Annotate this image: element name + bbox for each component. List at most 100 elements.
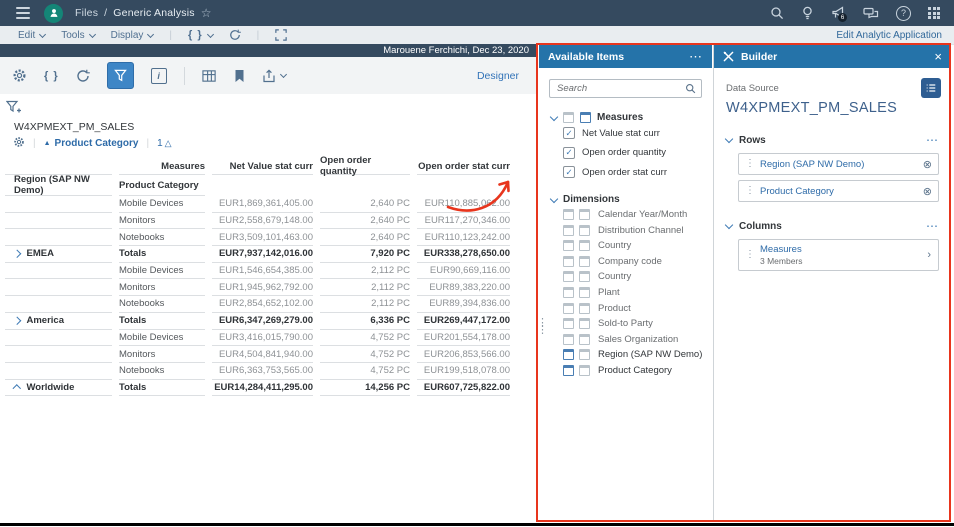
open-order-stat-cell[interactable]: EUR117,270,346.00: [417, 213, 510, 230]
designer-link[interactable]: Designer: [477, 70, 537, 82]
open-order-qty-cell[interactable]: 2,112 PC: [320, 279, 410, 296]
open-order-qty-cell[interactable]: 7,920 PC: [320, 246, 410, 263]
column-header-open-order-qty[interactable]: Open order quantity: [320, 158, 410, 175]
table-row[interactable]: MonitorsEUR2,558,679,148.002,640 PCEUR11…: [5, 213, 517, 230]
open-order-stat-cell[interactable]: EUR110,885,062.00: [417, 196, 510, 213]
region-cell[interactable]: [5, 363, 112, 380]
region-cell[interactable]: America: [5, 313, 112, 330]
dimension-item[interactable]: Distribution Channel: [563, 225, 712, 236]
dimension-item[interactable]: Product: [563, 303, 712, 314]
measure-item[interactable]: ✓Net Value stat curr: [563, 127, 712, 139]
hierarchy-level-badge[interactable]: 1 △: [157, 138, 171, 149]
discussions-icon[interactable]: [863, 7, 879, 20]
insert-table-icon[interactable]: [202, 69, 217, 83]
region-cell[interactable]: [5, 213, 112, 230]
dimension-item[interactable]: Calendar Year/Month: [563, 209, 712, 220]
dimensions-section-header[interactable]: Dimensions: [551, 194, 712, 205]
net-value-cell[interactable]: EUR6,363,753,565.00: [212, 363, 313, 380]
dimension-item[interactable]: Country: [563, 271, 712, 282]
open-order-stat-cell[interactable]: EUR201,554,178.00: [417, 330, 510, 347]
dimension-item[interactable]: Sold-to Party: [563, 318, 712, 329]
category-cell[interactable]: Mobile Devices: [119, 196, 205, 213]
open-order-qty-cell[interactable]: 2,640 PC: [320, 229, 410, 246]
rows-section-header[interactable]: Rows ⋯: [726, 133, 939, 147]
table-row[interactable]: NotebooksEUR6,363,753,565.004,752 PCEUR1…: [5, 363, 517, 380]
column-dimension-header[interactable]: Product Category: [119, 175, 205, 196]
remove-icon[interactable]: ⊗: [923, 158, 938, 171]
category-cell[interactable]: Notebooks: [119, 296, 205, 313]
measures-header-cell[interactable]: Measures: [119, 158, 205, 175]
net-value-cell[interactable]: EUR1,869,361,405.00: [212, 196, 313, 213]
table-settings-icon[interactable]: [13, 136, 25, 151]
settings-gear-icon[interactable]: [12, 68, 27, 83]
add-filter-icon[interactable]: [6, 100, 21, 120]
overflow-icon[interactable]: ⋯: [926, 133, 939, 147]
breadcrumb-current[interactable]: Generic Analysis: [113, 7, 194, 19]
table-row[interactable]: MonitorsEUR1,945,962,792.002,112 PCEUR89…: [5, 279, 517, 296]
bookmark-icon[interactable]: [234, 69, 245, 83]
region-cell[interactable]: [5, 279, 112, 296]
dimension-item[interactable]: Company code: [563, 256, 712, 267]
net-value-cell[interactable]: EUR2,854,652,102.00: [212, 296, 313, 313]
breadcrumb-root[interactable]: Files: [75, 7, 98, 19]
open-order-stat-cell[interactable]: EUR110,123,242.00: [417, 229, 510, 246]
open-order-qty-cell[interactable]: 2,640 PC: [320, 196, 410, 213]
dimension-item[interactable]: Plant: [563, 287, 712, 298]
open-order-qty-cell[interactable]: 4,752 PC: [320, 346, 410, 363]
expand-chevron-icon[interactable]: [13, 250, 21, 258]
open-order-qty-cell[interactable]: 2,112 PC: [320, 296, 410, 313]
data-source-settings-button[interactable]: [921, 78, 941, 98]
category-cell[interactable]: Mobile Devices: [119, 330, 205, 347]
notifications-icon[interactable]: 6: [831, 6, 846, 20]
dimension-item[interactable]: Region (SAP NW Demo): [563, 349, 712, 360]
open-order-stat-cell[interactable]: EUR607,725,822.00: [417, 380, 510, 397]
category-cell[interactable]: Totals: [119, 246, 205, 263]
table-row[interactable]: EMEATotalsEUR7,937,142,016.007,920 PCEUR…: [5, 246, 517, 263]
expand-chevron-icon[interactable]: [13, 385, 21, 393]
category-cell[interactable]: Notebooks: [119, 363, 205, 380]
category-cell[interactable]: Mobile Devices: [119, 263, 205, 280]
panel-resize-handle[interactable]: ⋮⋮: [537, 320, 543, 334]
edit-analytic-application-link[interactable]: Edit Analytic Application: [836, 30, 954, 41]
row-dimension-chip[interactable]: ⋮Product Category⊗: [738, 180, 939, 202]
checkbox-checked[interactable]: ✓: [563, 166, 575, 178]
expand-chevron-icon[interactable]: [13, 317, 21, 325]
table-row[interactable]: Mobile Devices EUR1,869,361,405.00 2,640 P…: [5, 196, 517, 213]
open-order-qty-cell[interactable]: 6,336 PC: [320, 313, 410, 330]
open-order-stat-cell[interactable]: EUR90,669,116.00: [417, 263, 510, 280]
category-cell[interactable]: Totals: [119, 313, 205, 330]
open-order-stat-cell[interactable]: EUR269,447,172.00: [417, 313, 510, 330]
category-cell[interactable]: Monitors: [119, 346, 205, 363]
assistant-bulb-icon[interactable]: [801, 6, 814, 20]
net-value-cell[interactable]: EUR6,347,269,279.00: [212, 313, 313, 330]
help-icon[interactable]: ?: [896, 6, 911, 21]
column-header-net-value[interactable]: Net Value stat curr: [212, 158, 313, 175]
region-cell[interactable]: [5, 263, 112, 280]
region-cell[interactable]: [5, 330, 112, 347]
net-value-cell[interactable]: EUR2,558,679,148.00: [212, 213, 313, 230]
overflow-icon[interactable]: ⋯: [926, 219, 939, 233]
measure-item[interactable]: ✓Open order stat curr: [563, 166, 712, 178]
avatar[interactable]: [44, 4, 63, 23]
region-cell[interactable]: Worldwide: [5, 380, 112, 397]
menu-icon[interactable]: [14, 5, 32, 21]
info-icon[interactable]: i: [151, 68, 167, 84]
search-input[interactable]: [555, 82, 685, 95]
fullscreen-button[interactable]: [275, 29, 287, 41]
table-row[interactable]: NotebooksEUR2,854,652,102.002,112 PCEUR8…: [5, 296, 517, 313]
open-order-qty-cell[interactable]: 14,256 PC: [320, 380, 410, 397]
search-icon[interactable]: [770, 6, 784, 20]
script-editor-icon[interactable]: { }: [44, 70, 59, 82]
open-order-stat-cell[interactable]: EUR206,853,566.00: [417, 346, 510, 363]
column-dimension-chip[interactable]: ⋮Measures3 Members›: [738, 239, 939, 271]
table-row[interactable]: Mobile DevicesEUR3,416,015,790.004,752 P…: [5, 330, 517, 347]
table-row[interactable]: Mobile DevicesEUR1,546,654,385.002,112 P…: [5, 263, 517, 280]
drag-handle-icon[interactable]: ⋮: [739, 186, 760, 196]
table-row[interactable]: WorldwideTotalsEUR14,284,411,295.0014,25…: [5, 380, 517, 397]
measure-item[interactable]: ✓Open order quantity: [563, 147, 712, 159]
data-source-name[interactable]: W4XPMEXT_PM_SALES: [726, 100, 939, 116]
net-value-cell[interactable]: EUR3,509,101,463.00: [212, 229, 313, 246]
open-order-qty-cell[interactable]: 2,640 PC: [320, 213, 410, 230]
open-order-stat-cell[interactable]: EUR199,518,078.00: [417, 363, 510, 380]
favorite-star-icon[interactable]: ☆: [201, 7, 212, 19]
